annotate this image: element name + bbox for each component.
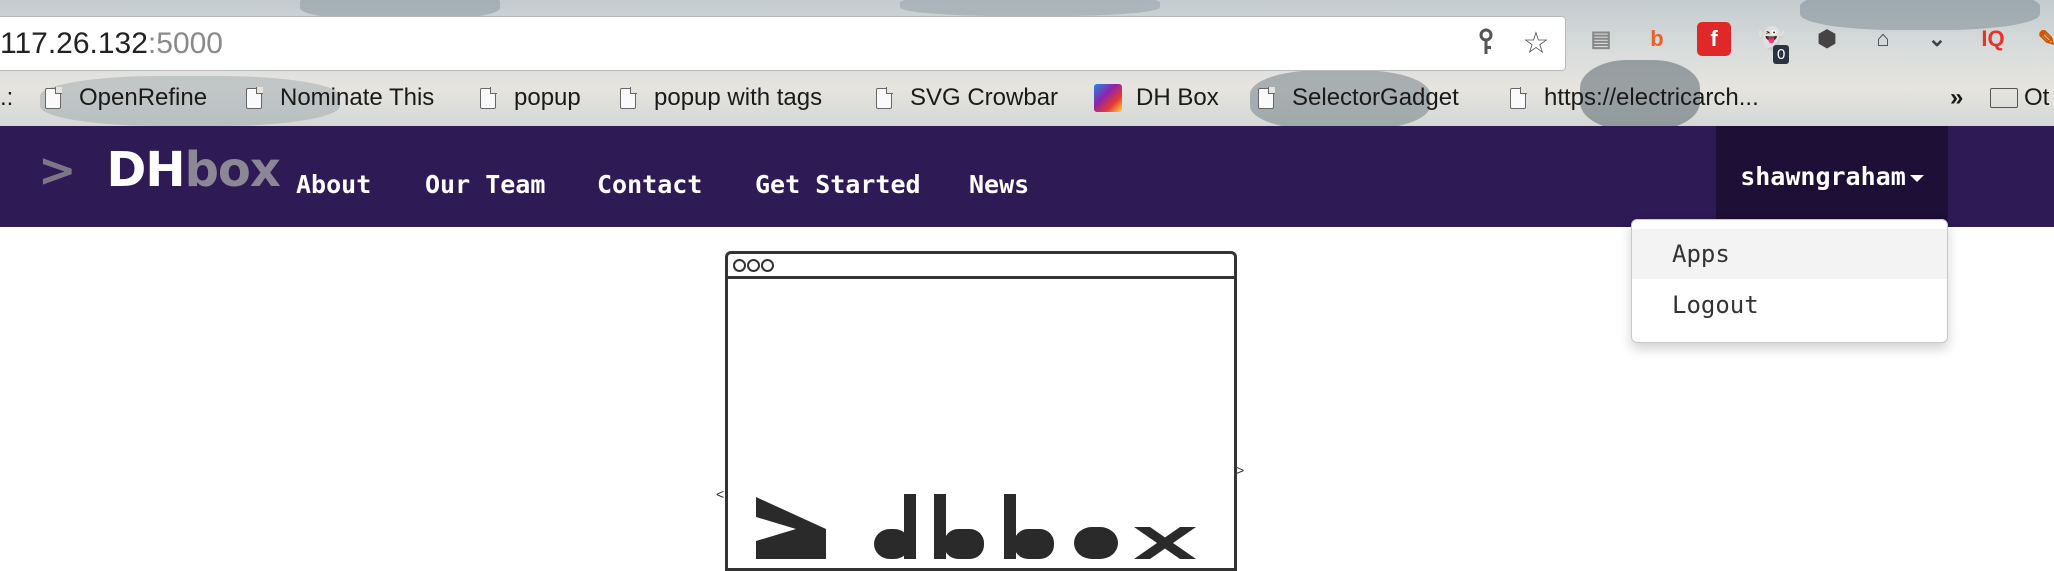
document-icon[interactable]: ▤ — [1584, 22, 1618, 56]
site-logo[interactable]: > DH box — [38, 140, 281, 200]
bookmark-label: Nominate This — [280, 84, 435, 111]
ghostery-badge: 0 — [1773, 45, 1790, 64]
menu-item-logout[interactable]: Logout — [1632, 280, 1947, 330]
flipboard-icon[interactable]: f — [1697, 22, 1731, 56]
illustration-crop-mark-right: > — [1236, 462, 1245, 478]
page-icon — [620, 86, 637, 109]
logo-box: box — [184, 142, 281, 198]
bookmark-label: popup with tags — [654, 84, 823, 111]
user-dropdown-menu: Apps Logout — [1631, 219, 1948, 343]
page-icon — [876, 86, 893, 109]
url-port: :5000 — [147, 27, 223, 60]
url-text[interactable]: 117.26.132:5000 — [0, 27, 223, 61]
bookmark-item[interactable]: Nominate This — [246, 80, 434, 116]
bookmark-item[interactable]: SelectorGadget — [1258, 80, 1459, 116]
page-icon — [1258, 86, 1275, 109]
nav-get-started[interactable]: Get Started — [755, 170, 921, 199]
feather-icon[interactable]: ✎ — [2030, 22, 2054, 56]
url-host: 117.26.132 — [0, 27, 148, 60]
bookmark-item[interactable]: popup — [480, 80, 581, 116]
hero-illustration — [725, 251, 1237, 571]
bookmark-label: https://electricarch... — [1544, 84, 1759, 111]
logo-dh: DH — [106, 142, 186, 198]
bookmark-item[interactable]: DH Box — [1094, 80, 1219, 116]
bookmark-label: DH Box — [1136, 84, 1219, 111]
shield-icon[interactable]: ⬢ — [1810, 22, 1844, 56]
bookmark-item[interactable]: SVG Crowbar — [876, 80, 1058, 116]
key-icon[interactable] — [1468, 25, 1504, 61]
bookmark-item[interactable]: https://electricarch... — [1510, 80, 1759, 116]
address-bar[interactable]: 117.26.132:5000 ☆ — [0, 16, 1566, 71]
page-icon — [246, 86, 263, 109]
logo-prompt: > — [38, 143, 77, 197]
bookmark-label: SVG Crowbar — [910, 84, 1059, 111]
nav-contact[interactable]: Contact — [597, 170, 702, 199]
bookmark-folder-label: Ot — [2024, 84, 2050, 111]
window-dot-icon — [733, 259, 746, 272]
nav-about[interactable]: About — [296, 170, 371, 199]
bookmarks-bar: .: OpenRefine Nominate This popup popup wit… — [0, 80, 2054, 116]
bookmark-item[interactable]: popup with tags — [620, 80, 822, 116]
caret-down-icon — [1909, 175, 1924, 182]
page-icon — [480, 86, 497, 109]
folder-icon — [1990, 88, 2018, 108]
site-navbar: > DH box About Our Team Contact Get Start… — [0, 126, 2054, 227]
menu-item-apps[interactable]: Apps — [1632, 229, 1947, 279]
iq-icon[interactable]: IQ — [1976, 22, 2010, 56]
bookmark-label: popup — [514, 84, 581, 111]
bookmark-folder[interactable]: Ot — [1990, 80, 2049, 116]
page-icon — [1510, 86, 1527, 109]
page-icon — [45, 86, 62, 109]
star-icon[interactable]: ☆ — [1518, 25, 1554, 61]
dhbox-logo-art — [756, 479, 1216, 559]
bookmark-label: SelectorGadget — [1292, 84, 1459, 111]
pocket-icon[interactable]: ⌄ — [1920, 22, 1954, 56]
user-menu-toggle[interactable]: shawngraham — [1716, 126, 1948, 227]
nav-our-team[interactable]: Our Team — [425, 170, 545, 199]
nav-news[interactable]: News — [969, 170, 1029, 199]
username: shawngraham — [1740, 162, 1906, 191]
wand-icon — [1094, 84, 1122, 112]
bookmark-label: OpenRefine — [79, 84, 208, 111]
browser-chrome: 117.26.132:5000 ☆ ▤ b f 👻 0 ⬢ ⌂ ⌄ IQ ✎ .: OpenRef… — [0, 0, 2054, 126]
bookmark-item[interactable]: OpenRefine — [45, 80, 207, 116]
bookmarks-overflow-button[interactable]: » — [1950, 80, 1963, 116]
illustration-crop-mark-left: < — [716, 486, 725, 502]
window-titlebar — [728, 254, 1234, 279]
bookmark-truncated[interactable]: .: — [0, 80, 43, 116]
window-dot-icon — [761, 259, 774, 272]
plug-icon[interactable]: ⌂ — [1866, 22, 1900, 56]
bitly-icon[interactable]: b — [1640, 22, 1674, 56]
window-dot-icon — [747, 259, 760, 272]
